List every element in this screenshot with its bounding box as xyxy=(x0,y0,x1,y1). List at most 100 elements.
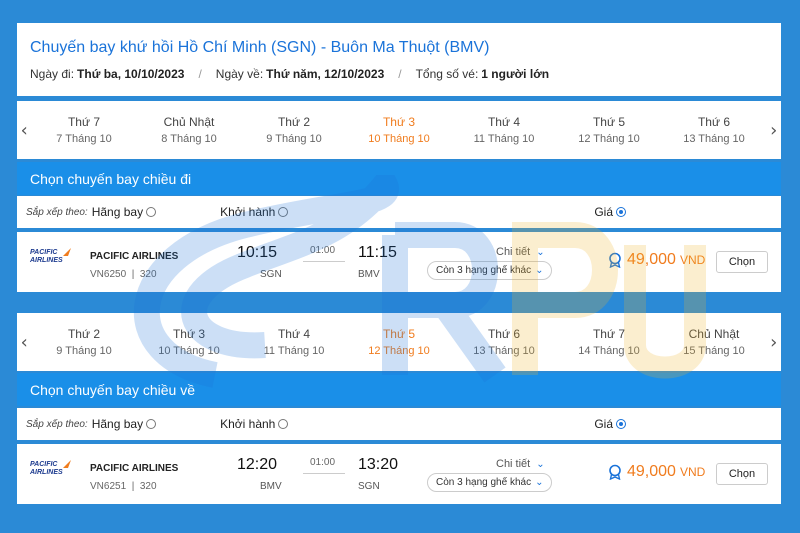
airline-name: PACIFIC AIRLINES xyxy=(90,251,179,262)
day-name: Thứ 7 xyxy=(592,327,626,341)
date-tab-selected[interactable]: Thứ 3 10 Tháng 10 xyxy=(347,115,452,145)
return-sort-row: Sắp xếp theo: Hãng bay Khởi hành Giá xyxy=(17,408,781,440)
date-tab[interactable]: Chủ Nhật 15 Tháng 10 xyxy=(662,327,767,357)
sort-airline-option[interactable]: Hãng bay xyxy=(92,417,157,431)
sort-price-label: Giá xyxy=(594,417,614,431)
sort-airline-label: Hãng bay xyxy=(91,205,144,219)
choose-button[interactable]: Chọn xyxy=(716,463,768,485)
price-badge-icon xyxy=(609,464,621,480)
chevron-down-icon: ⌄ xyxy=(535,265,544,276)
day-name: Thứ 6 xyxy=(697,115,731,129)
sort-departure-option[interactable]: Khởi hành xyxy=(220,417,289,431)
radio-selected-icon[interactable] xyxy=(616,207,627,217)
arrive-time: 11:15 xyxy=(358,244,397,261)
day-date: 13 Tháng 10 xyxy=(683,133,745,145)
day-name: Thứ 3 xyxy=(382,115,416,129)
day-date: 12 Tháng 10 xyxy=(578,133,640,145)
depart-value: Thứ ba, 10/10/2023 xyxy=(77,67,185,81)
flight-duration: 01:00 xyxy=(310,245,336,256)
day-name: Chủ Nhật xyxy=(688,327,740,341)
date-tab[interactable]: Thứ 6 13 Tháng 10 xyxy=(452,327,557,357)
radio-icon[interactable] xyxy=(146,207,157,217)
sort-price-label: Giá xyxy=(594,205,614,219)
return-date-strip: ‹ Thứ 2 9 Tháng 10 Thứ 3 10 Tháng 10 Thứ 4… xyxy=(17,313,781,371)
depart-code: BMV xyxy=(260,481,282,492)
prev-dates-arrow-icon[interactable]: ‹ xyxy=(17,120,32,141)
flight-no: VN6250 xyxy=(90,269,127,280)
day-date: 9 Tháng 10 xyxy=(266,133,322,145)
other-classes-dropdown[interactable]: Còn 3 hạng ghế khác ⌄ xyxy=(427,261,553,280)
date-tab[interactable]: Thứ 7 14 Tháng 10 xyxy=(557,327,662,357)
day-name: Thứ 2 xyxy=(67,327,101,341)
tickets-value: 1 người lớn xyxy=(481,67,550,81)
day-date: 15 Tháng 10 xyxy=(683,345,745,357)
day-name: Chủ Nhật xyxy=(163,115,215,129)
trip-info: Ngày đi: Thứ ba, 10/10/2023 / Ngày về: T… xyxy=(30,67,781,81)
flight-no: VN6251 xyxy=(90,481,127,492)
day-date: 7 Tháng 10 xyxy=(56,133,112,145)
date-tab[interactable]: Thứ 3 10 Tháng 10 xyxy=(137,327,242,357)
date-tab-selected[interactable]: Thứ 5 12 Tháng 10 xyxy=(347,327,452,357)
date-tab[interactable]: Thứ 2 9 Tháng 10 xyxy=(242,115,347,145)
price-amount: 49,000 xyxy=(627,463,676,480)
sort-price-option[interactable]: Giá xyxy=(594,417,627,431)
price: 49,000 VND xyxy=(607,251,705,269)
day-name: Thứ 7 xyxy=(67,115,101,129)
day-name: Thứ 4 xyxy=(277,327,311,341)
outbound-flight-row: PACIFIC AIRLINES PACIFIC AIRLINES VN6250 … xyxy=(17,232,781,292)
day-date: 10 Tháng 10 xyxy=(368,133,430,145)
date-tab[interactable]: Chủ Nhật 8 Tháng 10 xyxy=(137,115,242,145)
arrive-code: SGN xyxy=(358,481,380,492)
depart-time: 10:15 xyxy=(237,244,278,261)
day-date: 11 Tháng 10 xyxy=(473,133,535,145)
next-dates-arrow-icon[interactable]: › xyxy=(767,332,782,353)
sort-label: Sắp xếp theo: xyxy=(26,418,88,430)
sort-airline-option[interactable]: Hãng bay xyxy=(91,205,157,219)
date-tab[interactable]: Thứ 4 11 Tháng 10 xyxy=(452,115,557,145)
outbound-section-title: Chọn chuyến bay chiều đi xyxy=(17,162,781,195)
price-amount: 49,000 xyxy=(627,251,676,268)
date-tab[interactable]: Thứ 7 7 Tháng 10 xyxy=(32,115,137,145)
price-badge-icon xyxy=(609,252,621,268)
outbound-date-strip: ‹ Thứ 7 7 Tháng 10 Chủ Nhật 8 Tháng 10 Thứ… xyxy=(17,101,781,159)
aircraft-type: 320 xyxy=(139,481,157,492)
day-date: 12 Tháng 10 xyxy=(368,345,430,357)
day-name: Thứ 6 xyxy=(487,327,521,341)
choose-button[interactable]: Chọn xyxy=(716,251,768,273)
detail-link[interactable]: Chi tiết ⌄ xyxy=(496,458,545,470)
route-title: Chuyến bay khứ hồi Hồ Chí Minh (SGN) - B… xyxy=(30,39,490,56)
depart-code: SGN xyxy=(260,269,282,280)
day-date: 8 Tháng 10 xyxy=(161,133,217,145)
radio-icon[interactable] xyxy=(146,419,157,429)
next-dates-arrow-icon[interactable]: › xyxy=(767,120,782,141)
radio-icon[interactable] xyxy=(278,419,289,429)
airline-name: PACIFIC AIRLINES xyxy=(90,463,179,474)
logo-mark-icon xyxy=(63,460,71,468)
sort-price-option[interactable]: Giá xyxy=(594,205,627,219)
date-tab[interactable]: Thứ 6 13 Tháng 10 xyxy=(662,115,767,145)
detail-link[interactable]: Chi tiết ⌄ xyxy=(496,246,545,258)
flight-duration: 01:00 xyxy=(310,457,336,468)
price-currency: VND xyxy=(679,253,706,267)
separator: / xyxy=(398,67,402,81)
date-tab[interactable]: Thứ 5 12 Tháng 10 xyxy=(557,115,662,145)
date-tab[interactable]: Thứ 2 9 Tháng 10 xyxy=(32,327,137,357)
day-name: Thứ 2 xyxy=(277,115,311,129)
sort-departure-label: Khởi hành xyxy=(220,205,276,219)
price: 49,000 VND xyxy=(607,463,705,481)
other-classes-dropdown[interactable]: Còn 3 hạng ghế khác ⌄ xyxy=(427,473,553,492)
return-flight-row: PACIFIC AIRLINES PACIFIC AIRLINES VN6251 … xyxy=(17,444,781,504)
sort-departure-option[interactable]: Khởi hành xyxy=(220,205,289,219)
date-tab[interactable]: Thứ 4 11 Tháng 10 xyxy=(242,327,347,357)
day-date: 13 Tháng 10 xyxy=(473,345,535,357)
return-label: Ngày về: xyxy=(215,67,264,81)
prev-dates-arrow-icon[interactable]: ‹ xyxy=(17,332,32,353)
radio-icon[interactable] xyxy=(278,207,289,217)
radio-selected-icon[interactable] xyxy=(616,419,627,429)
price-currency: VND xyxy=(679,465,706,479)
classes-label: Còn 3 hạng ghế khác xyxy=(436,265,532,276)
airline-logo: PACIFIC AIRLINES xyxy=(30,460,74,477)
arrive-code: BMV xyxy=(358,269,380,280)
day-name: Thứ 5 xyxy=(592,115,626,129)
logo-mark-icon xyxy=(63,248,71,256)
